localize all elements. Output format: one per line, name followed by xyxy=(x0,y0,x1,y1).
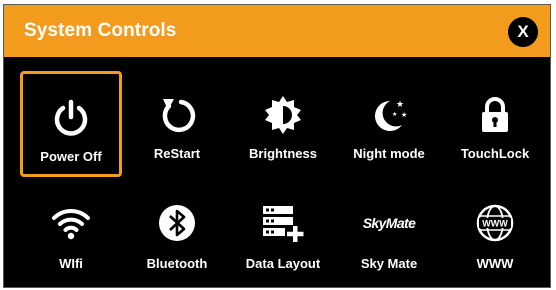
restart-button[interactable]: ReStart xyxy=(126,71,228,177)
skymate-logo-text: SkyMate xyxy=(363,215,416,231)
svg-text:★: ★ xyxy=(392,111,397,118)
power-icon xyxy=(23,96,119,140)
night-mode-button[interactable]: ★ ★ ★ Night mode xyxy=(338,71,440,177)
data-layout-icon xyxy=(232,201,334,245)
bluetooth-label: Bluetooth xyxy=(146,256,208,271)
power-off-button[interactable]: Power Off xyxy=(20,71,122,177)
wifi-button[interactable]: WIfi xyxy=(20,181,122,287)
wifi-icon xyxy=(20,201,122,245)
touchlock-label: TouchLock xyxy=(460,146,530,161)
brightness-label: Brightness xyxy=(249,146,317,161)
svg-text:★: ★ xyxy=(401,111,407,119)
globe-text: WWW xyxy=(482,219,508,229)
www-button[interactable]: WWW WWW xyxy=(444,181,546,287)
data-layout-button[interactable]: Data Layout xyxy=(232,181,334,287)
restart-label: ReStart xyxy=(153,146,201,161)
power-off-label: Power Off xyxy=(40,149,102,164)
touchlock-button[interactable]: TouchLock xyxy=(444,71,546,177)
controls-grid: Power Off ReStart Brightness ★ ★ ★ Night… xyxy=(20,71,540,285)
globe-icon: WWW xyxy=(444,201,546,245)
bluetooth-icon xyxy=(126,201,228,245)
close-button[interactable]: X xyxy=(508,17,538,47)
bluetooth-button[interactable]: Bluetooth xyxy=(126,181,228,287)
lock-icon xyxy=(444,93,546,137)
sky-mate-label: Sky Mate xyxy=(360,256,418,271)
sky-mate-button[interactable]: SkyMate Sky Mate xyxy=(338,181,440,287)
night-mode-label: Night mode xyxy=(353,146,425,161)
title-bar: System Controls X xyxy=(4,5,550,57)
svg-text:★: ★ xyxy=(396,100,404,110)
brightness-button[interactable]: Brightness xyxy=(232,71,334,177)
brightness-icon xyxy=(232,93,334,137)
wifi-label: WIfi xyxy=(59,256,83,271)
skymate-logo-icon: SkyMate xyxy=(338,201,440,245)
night-mode-icon: ★ ★ ★ xyxy=(338,93,440,137)
restart-icon xyxy=(126,93,228,137)
system-controls-dialog: System Controls X Power Off ReStart Brig… xyxy=(3,4,551,288)
www-label: WWW xyxy=(476,256,514,271)
data-layout-label: Data Layout xyxy=(245,256,321,271)
dialog-title: System Controls xyxy=(24,20,177,41)
